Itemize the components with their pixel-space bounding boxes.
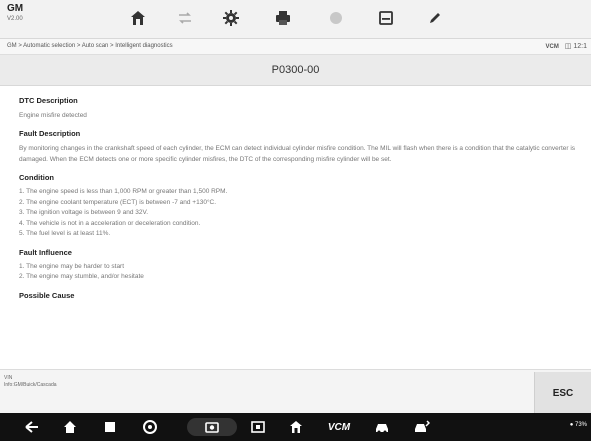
settings-gear-icon [223, 10, 239, 26]
page-title: P0300-00 [271, 64, 320, 76]
vehicle-info: VIN Info:GM/Buick/Cascada [4, 375, 57, 389]
vcm-nav-label: VCM [327, 421, 351, 433]
dtc-description-text: Engine misfire detected [19, 112, 87, 119]
battery-level: 73% [574, 422, 587, 428]
print-icon [276, 11, 290, 25]
fault-description-text: By monitoring changes in the crankshaft … [19, 145, 576, 163]
vehicle-info-text: Info:GM/Buick/Cascada [4, 382, 57, 388]
list-item: 2. The engine may stumble, and/or hesita… [19, 273, 144, 280]
repair-button[interactable] [412, 418, 432, 436]
brand-block: GM V2.00 [7, 3, 24, 23]
back-arrow-icon [25, 421, 38, 433]
list-item: 4. The vehicle is not in a acceleration … [19, 219, 201, 227]
possible-cause-heading: Possible Cause [19, 290, 75, 300]
back-button[interactable] [22, 418, 42, 436]
home-button[interactable] [127, 7, 149, 29]
camera-icon [205, 422, 219, 433]
browser-button[interactable] [140, 418, 160, 436]
system-status: ● 73% [570, 422, 587, 428]
android-home-icon [64, 421, 76, 433]
status-area: VCM ◫ 12:1 [546, 42, 588, 50]
home-icon [131, 11, 145, 25]
screen-record-button[interactable] [248, 418, 268, 436]
top-toolbar: GM V2.00 [0, 0, 591, 39]
screen-record-icon [251, 421, 265, 433]
save-button[interactable] [375, 7, 397, 29]
recent-apps-button[interactable] [100, 418, 120, 436]
car-icon [376, 424, 388, 434]
title-bar: P0300-00 [0, 55, 591, 86]
fault-description-heading: Fault Description [19, 129, 81, 138]
help-button[interactable] [325, 7, 347, 29]
app-version: V2.00 [7, 16, 23, 22]
wifi-icon: ● [569, 422, 574, 428]
vehicle-swap-icon [179, 12, 191, 24]
vcm-status-label: VCM [545, 44, 559, 50]
garage-home-icon [290, 421, 302, 433]
system-nav-bar: VCM ● 73% [0, 413, 591, 441]
edit-pencil-icon [430, 13, 440, 23]
fault-influence-list: 1. The engine may be harder to start 2. … [19, 262, 584, 283]
condition-list: 1. The engine speed is less than 1,000 R… [19, 187, 584, 240]
dtc-detail-content[interactable]: DTC Description Engine misfire detected … [19, 96, 584, 362]
brand-name: GM [7, 3, 24, 14]
list-item: 1. The engine speed is less than 1,000 R… [19, 188, 228, 195]
settings-button[interactable] [220, 7, 242, 29]
vcm-button[interactable]: VCM [324, 418, 354, 436]
esc-button[interactable]: ESC [534, 372, 591, 414]
list-item: 5. The fuel level is at least 11%. [19, 230, 111, 237]
browser-icon [143, 420, 157, 434]
car-repair-icon [415, 420, 430, 432]
vehicle-info-bar: VIN Info:GM/Buick/Cascada ESC [0, 369, 591, 414]
vin-label: VIN [4, 375, 13, 381]
android-home-button[interactable] [60, 418, 80, 436]
edit-button[interactable] [424, 7, 446, 29]
app-home-button[interactable] [286, 418, 306, 436]
vehicle-swap-button[interactable] [174, 7, 196, 29]
list-item: 1. The engine may be harder to start [19, 262, 125, 270]
condition-heading: Condition [19, 173, 54, 182]
recent-apps-icon [105, 422, 115, 432]
breadcrumb: GM > Automatic selection > Auto scan > I… [7, 43, 173, 49]
breadcrumb-bar: GM > Automatic selection > Auto scan > I… [0, 39, 591, 55]
help-icon [330, 12, 342, 24]
vehicle-button[interactable] [372, 418, 392, 436]
list-item: 3. The ignition voltage is between 9 and… [19, 209, 149, 216]
save-icon [379, 11, 393, 25]
fault-influence-heading: Fault Influence [19, 247, 72, 257]
camera-button[interactable] [187, 418, 237, 436]
clock-time: 12:1 [573, 43, 587, 50]
battery-icon: ◫ [564, 43, 572, 50]
list-item: 2. The engine coolant temperature (ECT) … [19, 198, 217, 206]
dtc-description-heading: DTC Description [19, 96, 78, 105]
print-button[interactable] [272, 7, 294, 29]
